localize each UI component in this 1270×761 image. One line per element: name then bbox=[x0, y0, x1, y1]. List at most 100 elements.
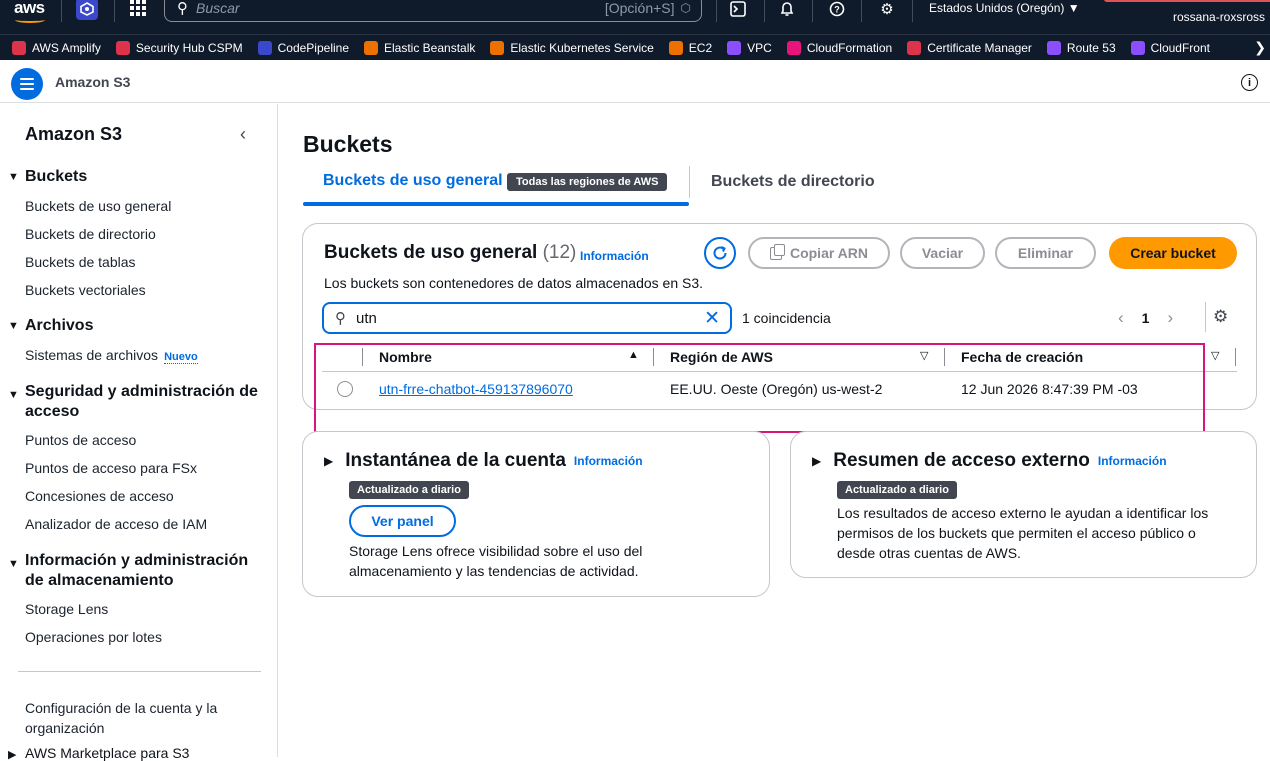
help-icon[interactable]: ? bbox=[827, 0, 847, 19]
region-selector[interactable]: Estados Unidos (Oregón) ▼ bbox=[929, 1, 1080, 15]
sidebar-item-marketplace[interactable]: ▶ AWS Marketplace para S3 bbox=[8, 745, 189, 761]
sidebar-item-label: organización bbox=[25, 720, 105, 736]
sidebar-section-security[interactable]: ▼ Seguridad y administración de acceso bbox=[8, 382, 258, 422]
highlight-box bbox=[314, 343, 1205, 433]
clear-filter-icon[interactable]: ✕ bbox=[704, 307, 720, 330]
section-label: Información y administración bbox=[25, 552, 249, 569]
info-link[interactable]: Información bbox=[574, 454, 643, 468]
sidebar-section-storage-insights[interactable]: ▼ Información y administración de almacena… bbox=[8, 551, 248, 591]
copy-arn-button[interactable]: Copiar ARN bbox=[748, 237, 890, 269]
collapse-sidebar-icon[interactable]: ‹ bbox=[240, 124, 246, 145]
sort-icon[interactable]: ▽ bbox=[1211, 349, 1219, 362]
favorite-label: Security Hub CSPM bbox=[135, 40, 243, 55]
service-header: Amazon S3 i bbox=[0, 61, 1270, 103]
sidebar-item-table-buckets[interactable]: Buckets de tablas bbox=[25, 254, 136, 270]
nav-divider bbox=[114, 0, 115, 22]
favorite-label: Route 53 bbox=[1066, 40, 1116, 55]
services-grid-icon[interactable] bbox=[130, 0, 146, 16]
service-name[interactable]: Amazon S3 bbox=[55, 74, 130, 90]
page-title: Buckets bbox=[303, 131, 393, 157]
sidebar-item-file-systems[interactable]: Sistemas de archivos Nuevo bbox=[25, 347, 198, 364]
next-page-icon[interactable]: › bbox=[1167, 308, 1173, 328]
caret-down-icon: ▼ bbox=[8, 171, 19, 183]
favorite-item[interactable]: CodePipeline bbox=[257, 40, 349, 55]
favorites-bar: AWS Amplify Security Hub CSPM CodePipeline… bbox=[0, 34, 1270, 60]
search-icon: ⚲ bbox=[335, 310, 346, 327]
svg-text:?: ? bbox=[834, 5, 840, 15]
search-placeholder: Buscar bbox=[196, 0, 240, 16]
view-dashboard-button[interactable]: Ver panel bbox=[349, 505, 456, 537]
global-search-input[interactable]: ⚲ Buscar [Opción+S] ⬡ bbox=[164, 0, 702, 22]
favorite-item[interactable]: VPC bbox=[727, 40, 772, 55]
sidebar-item-fsx-access-points[interactable]: Puntos de acceso para FSx bbox=[25, 460, 197, 476]
sidebar-item-batch-operations[interactable]: Operaciones por lotes bbox=[25, 629, 162, 645]
sidebar-section-buckets[interactable]: ▼ Buckets bbox=[8, 168, 87, 186]
caret-down-icon: ▼ bbox=[8, 389, 19, 401]
caret-down-icon: ▼ bbox=[8, 558, 19, 570]
sidebar-item-general-buckets[interactable]: Buckets de uso general bbox=[25, 198, 171, 214]
cloudshell-icon[interactable] bbox=[728, 0, 748, 19]
app-switch-icon[interactable] bbox=[76, 0, 98, 20]
info-link[interactable]: Información bbox=[1098, 454, 1167, 468]
favorite-item[interactable]: Route 53 bbox=[1046, 40, 1116, 55]
sidebar-section-archivos[interactable]: ▼ Archivos bbox=[8, 317, 93, 335]
bell-icon[interactable] bbox=[777, 0, 797, 19]
section-label: Buckets bbox=[25, 168, 88, 185]
empty-button[interactable]: Vaciar bbox=[900, 237, 985, 269]
favorite-item[interactable]: Security Hub CSPM bbox=[115, 40, 243, 55]
favorite-label: CloudFormation bbox=[806, 40, 893, 55]
info-icon[interactable]: i bbox=[1241, 74, 1258, 91]
sidebar-divider bbox=[18, 671, 261, 672]
favorite-label: CloudFront bbox=[1150, 40, 1210, 55]
service-icon bbox=[490, 40, 505, 55]
service-icon bbox=[907, 40, 922, 55]
sidebar-item-access-grants[interactable]: Concesiones de acceso bbox=[25, 488, 174, 504]
sidebar-item-storage-lens[interactable]: Storage Lens bbox=[25, 601, 108, 617]
favorite-item[interactable]: Elastic Kubernetes Service bbox=[490, 40, 654, 55]
menu-icon[interactable] bbox=[11, 68, 43, 100]
panel-title-text: Buckets de uso general bbox=[324, 242, 538, 263]
favorite-item[interactable]: CloudFront bbox=[1130, 40, 1210, 55]
description-line: desde otras cuentas de AWS. bbox=[837, 545, 1021, 561]
nav-divider bbox=[912, 0, 913, 22]
table-settings-icon[interactable]: ⚙ bbox=[1213, 307, 1228, 327]
nav-divider bbox=[764, 0, 765, 22]
sidebar-item-account-settings[interactable]: Configuración de la cuenta y la organizac… bbox=[25, 698, 217, 738]
bucket-filter-input[interactable]: ⚲ utn ✕ bbox=[322, 302, 732, 334]
favorite-label: Elastic Kubernetes Service bbox=[510, 40, 654, 55]
refresh-button[interactable] bbox=[704, 237, 736, 269]
more-favorites-icon[interactable]: ❯ bbox=[1254, 39, 1266, 56]
external-title: Resumen de acceso externo bbox=[833, 450, 1090, 471]
daily-update-badge: Actualizado a diario bbox=[349, 481, 469, 499]
service-icon bbox=[257, 40, 272, 55]
description-line: Los resultados de acceso externo le ayud… bbox=[837, 505, 1209, 521]
previous-page-icon[interactable]: ‹ bbox=[1118, 308, 1124, 328]
nav-divider bbox=[716, 0, 717, 22]
snapshot-header[interactable]: ▶ Instantánea de la cuenta Información bbox=[324, 450, 643, 472]
current-page[interactable]: 1 bbox=[1142, 310, 1150, 326]
copy-icon bbox=[769, 243, 785, 260]
delete-button[interactable]: Eliminar bbox=[995, 237, 1096, 269]
snapshot-title: Instantánea de la cuenta bbox=[345, 450, 566, 471]
aws-logo[interactable]: aws bbox=[14, 0, 45, 23]
sidebar-item-iam-analyzer[interactable]: Analizador de acceso de IAM bbox=[25, 516, 207, 532]
tab-general-buckets[interactable]: Buckets de uso general bbox=[323, 172, 503, 190]
favorite-item[interactable]: AWS Amplify bbox=[12, 40, 101, 55]
gear-icon[interactable]: ⚙ bbox=[877, 0, 897, 19]
tab-directory-buckets[interactable]: Buckets de directorio bbox=[711, 173, 875, 191]
external-header[interactable]: ▶ Resumen de acceso externo Información bbox=[812, 450, 1167, 472]
user-menu[interactable]: rossana-roxsross bbox=[1173, 10, 1265, 24]
create-bucket-button[interactable]: Crear bucket bbox=[1109, 237, 1237, 269]
favorite-item[interactable]: EC2 bbox=[668, 40, 712, 55]
favorite-item[interactable]: Certificate Manager bbox=[907, 40, 1032, 55]
description-line: almacenamiento y las tendencias de activ… bbox=[349, 563, 639, 579]
favorite-item[interactable]: Elastic Beanstalk bbox=[364, 40, 476, 55]
service-icon bbox=[1130, 40, 1145, 55]
info-link[interactable]: Información bbox=[580, 249, 649, 263]
favorite-item[interactable]: CloudFormation bbox=[786, 40, 893, 55]
sidebar-item-directory-buckets[interactable]: Buckets de directorio bbox=[25, 226, 156, 242]
service-icon bbox=[786, 40, 801, 55]
sidebar-item-access-points[interactable]: Puntos de acceso bbox=[25, 432, 136, 448]
favorite-label: Elastic Beanstalk bbox=[384, 40, 476, 55]
sidebar-item-vector-buckets[interactable]: Buckets vectoriales bbox=[25, 282, 146, 298]
